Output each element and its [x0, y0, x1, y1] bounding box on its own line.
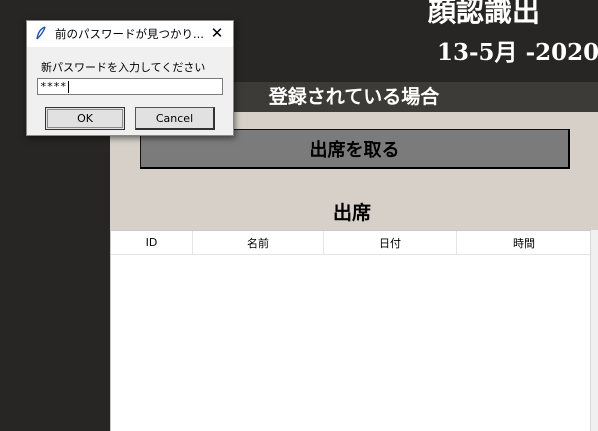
column-header-date[interactable]: 日付 — [324, 231, 457, 254]
dialog-title: 前のパスワードが見つかり... — [55, 27, 204, 41]
attendance-table[interactable]: ID 名前 日付 時間 — [110, 230, 591, 431]
feather-icon — [35, 25, 51, 43]
column-header-time[interactable]: 時間 — [457, 231, 591, 254]
date-label: 13-5月 -2020 — [437, 39, 598, 66]
app-title: 顔認識出 — [428, 0, 541, 28]
attendance-panel: 出席を取る 出席 ID 名前 日付 時間 — [110, 112, 598, 431]
cancel-button[interactable]: Cancel — [135, 107, 215, 130]
password-input-value: **** — [40, 80, 67, 93]
password-dialog: 前のパスワードが見つかり... ✕ 新パスワードを入力してください **** O… — [26, 20, 234, 136]
attendance-heading: 出席 — [332, 202, 371, 224]
dialog-titlebar[interactable]: 前のパスワードが見つかり... ✕ — [27, 21, 233, 47]
text-caret — [67, 81, 69, 93]
table-scrollbar[interactable] — [590, 230, 598, 431]
ok-button[interactable]: OK — [45, 107, 125, 130]
column-header-name[interactable]: 名前 — [193, 231, 324, 254]
table-header: ID 名前 日付 時間 — [111, 231, 591, 255]
column-header-id[interactable]: ID — [111, 231, 193, 254]
close-icon[interactable]: ✕ — [209, 25, 225, 41]
password-input[interactable]: **** — [37, 78, 223, 95]
dialog-prompt: 新パスワードを入力してください — [41, 61, 206, 74]
